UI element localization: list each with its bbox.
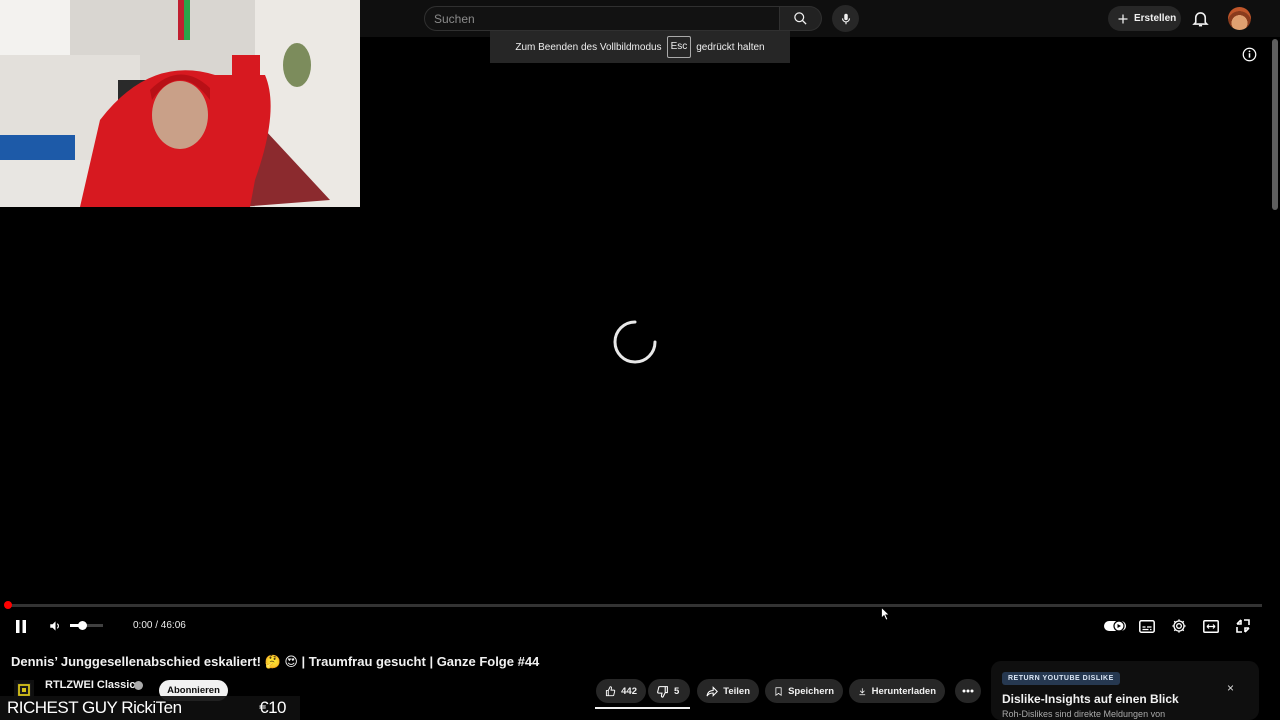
- page-scrollbar[interactable]: [1270, 37, 1280, 645]
- webcam-overlay: [0, 0, 360, 207]
- subtitles-icon: [1139, 619, 1155, 633]
- autoplay-toggle[interactable]: [1103, 617, 1127, 635]
- rydl-subtitle: Roh-Dislikes sind direkte Meldungen von: [1002, 709, 1166, 719]
- share-icon: [706, 685, 718, 697]
- share-label: Teilen: [723, 685, 750, 697]
- more-actions-button[interactable]: [955, 679, 981, 703]
- tooltip-text-after: gedrückt halten: [696, 41, 765, 53]
- search-icon: [794, 12, 807, 25]
- verified-badge-icon: [134, 681, 143, 690]
- bookmark-icon: [775, 686, 782, 696]
- rydl-badge: RETURN YOUTUBE DISLIKE: [1002, 672, 1120, 685]
- tooltip-text-before: Zum Beenden des Vollbildmodus: [515, 41, 662, 53]
- microphone-icon: [841, 13, 850, 24]
- fullscreen-exit-tooltip: Zum Beenden des Vollbildmodus Esc gedrüc…: [490, 31, 790, 63]
- progress-scrubber[interactable]: [4, 601, 12, 609]
- donation-banner-left: RICHEST GUY RickiTen: [7, 698, 182, 717]
- save-label: Speichern: [788, 685, 834, 697]
- share-button[interactable]: Teilen: [697, 679, 759, 703]
- pause-button[interactable]: [12, 617, 30, 635]
- return-youtube-dislike-panel: RETURN YOUTUBE DISLIKE Dislike-Insights …: [991, 661, 1259, 720]
- mouse-cursor-icon: [881, 607, 891, 621]
- theater-mode-button[interactable]: [1202, 617, 1220, 635]
- progress-bar[interactable]: [8, 604, 1262, 607]
- donation-banner: RICHEST GUY RickiTen €10: [0, 696, 300, 720]
- save-button[interactable]: Speichern: [765, 679, 843, 703]
- pause-icon: [16, 619, 26, 633]
- video-title: Dennis’ Junggesellenabschied eskaliert! …: [11, 654, 540, 669]
- rydl-close-button[interactable]: ×: [1227, 681, 1234, 695]
- rydl-title: Dislike-Insights auf einen Blick: [1002, 692, 1179, 706]
- avatar[interactable]: [1228, 7, 1251, 30]
- channel-name[interactable]: RTLZWEI Classics: [45, 679, 142, 691]
- volume-icon: [49, 621, 59, 631]
- donation-banner-amount: €10: [259, 698, 286, 717]
- like-button[interactable]: 442: [596, 679, 646, 703]
- more-icon: [962, 689, 974, 693]
- gear-icon: [1172, 619, 1186, 633]
- settings-button[interactable]: [1170, 617, 1188, 635]
- download-icon: [859, 687, 866, 695]
- time-display: 0:00 / 46:06: [133, 620, 186, 631]
- create-label: Erstellen: [1134, 13, 1177, 24]
- like-count: 442: [621, 685, 637, 697]
- theater-mode-icon: [1203, 619, 1219, 633]
- search-input[interactable]: [425, 7, 779, 30]
- search-button[interactable]: [780, 6, 822, 31]
- webcam-image: [0, 0, 360, 207]
- notifications-bell-icon[interactable]: [1191, 9, 1210, 28]
- volume-slider-knob[interactable]: [78, 621, 87, 630]
- esc-key-hint: Esc: [666, 36, 692, 58]
- exit-fullscreen-button[interactable]: [1234, 617, 1252, 635]
- search-box[interactable]: [424, 6, 780, 31]
- thumbs-up-icon: [605, 685, 616, 696]
- thumbs-down-icon: [657, 685, 668, 698]
- subtitles-button[interactable]: [1138, 617, 1156, 635]
- info-icon[interactable]: [1242, 47, 1257, 62]
- dislike-button[interactable]: 5: [648, 679, 690, 703]
- download-button[interactable]: Herunterladen: [849, 679, 945, 703]
- rtlzwei-logo-icon: [17, 683, 31, 697]
- plus-icon: [1118, 14, 1128, 23]
- voice-search-button[interactable]: [832, 5, 859, 32]
- scrollbar-thumb[interactable]: [1272, 39, 1278, 210]
- download-label: Herunterladen: [871, 685, 936, 697]
- fullscreen-exit-icon: [1236, 619, 1250, 633]
- mute-button[interactable]: [46, 617, 64, 635]
- dislike-count: 5: [674, 685, 680, 697]
- autoplay-toggle-icon: [1104, 620, 1126, 632]
- loading-spinner-icon: [613, 320, 657, 364]
- like-ratio-bar: [595, 707, 690, 709]
- create-button[interactable]: Erstellen: [1108, 6, 1181, 31]
